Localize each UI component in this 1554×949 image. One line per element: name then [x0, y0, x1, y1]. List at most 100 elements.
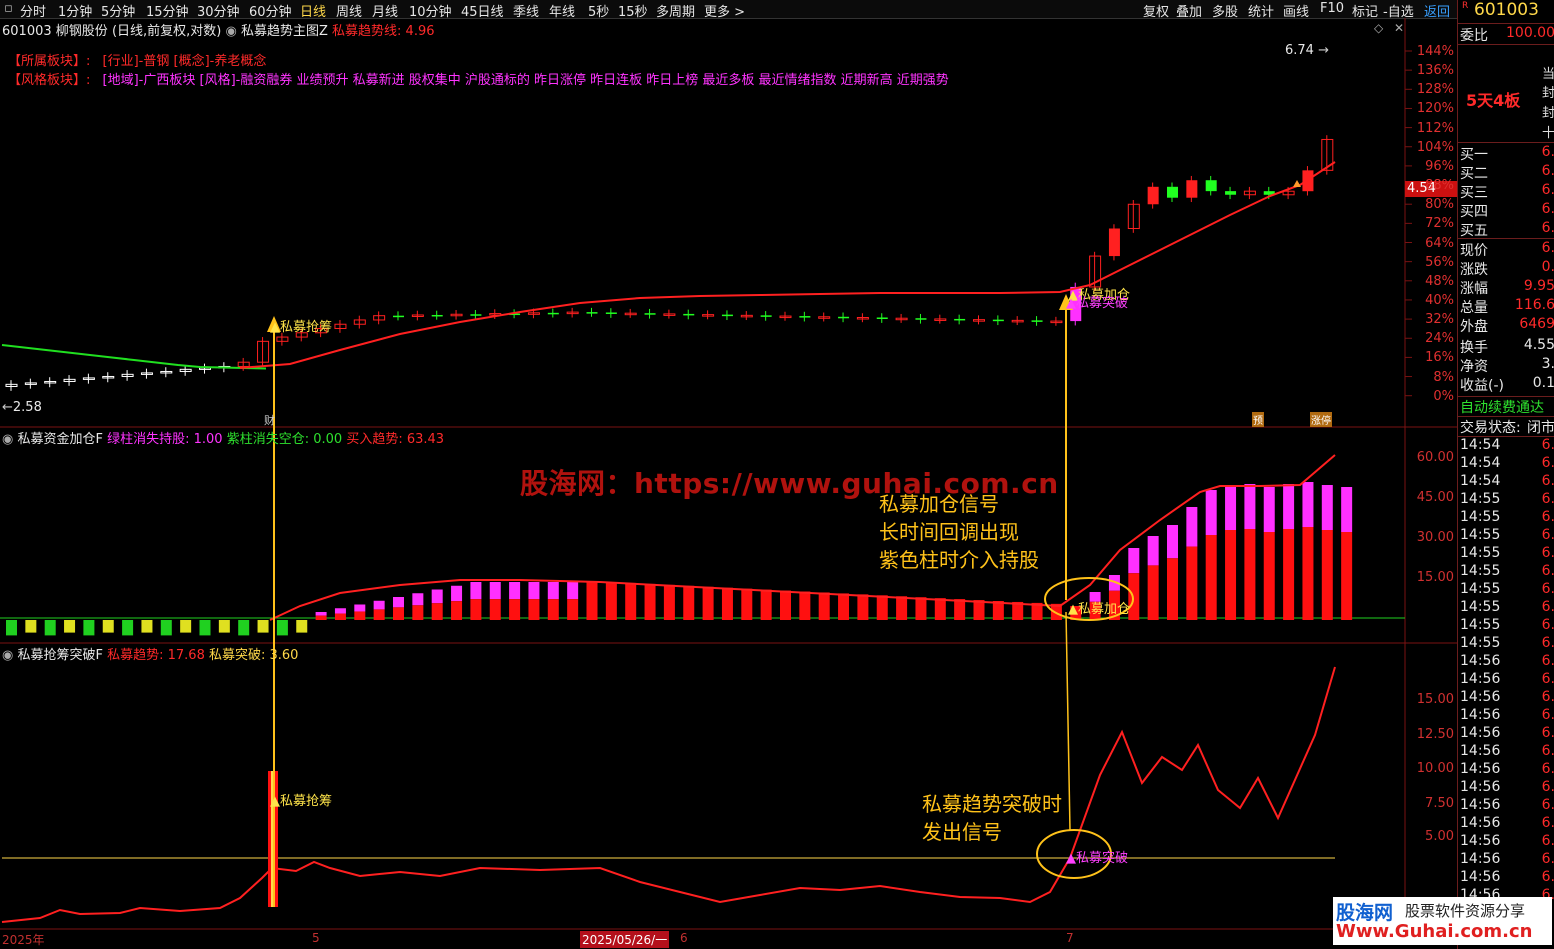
sub2-trend: 私募趋势: 17.68 [107, 648, 205, 663]
date-cursor-box: 2025/05/26/一 [580, 931, 670, 948]
tick-price: 6. [1541, 761, 1554, 777]
tick-time: 14:55 [1460, 491, 1501, 507]
candle-body [393, 315, 404, 318]
main-axis-tick: 96% [1425, 158, 1454, 174]
sub1-bar [838, 593, 850, 620]
sub1-bar [644, 583, 656, 620]
main-axis-tick: 56% [1425, 254, 1454, 270]
sub1-bar [799, 591, 811, 620]
sub1-bar [528, 599, 540, 620]
sub1-bar [605, 582, 617, 620]
sub1-bar [509, 599, 521, 620]
main-axis-tick: 80% [1425, 197, 1454, 213]
sub1-axis-tick: 30.00 [1416, 530, 1454, 545]
sub2-title[interactable]: 私募抢筹突破F [17, 648, 102, 663]
sub1-bar [373, 600, 385, 610]
tick-time: 14:55 [1460, 635, 1501, 651]
sub1-bar [1147, 565, 1159, 620]
sub1-bar [141, 620, 153, 633]
logo-url: Www.Guhai.com.cn [1336, 921, 1533, 942]
main-axis-tick: 8% [1433, 369, 1454, 385]
sub2-axis-tick: 12.50 [1416, 727, 1454, 742]
signal-break-main: ▲私募突破 [1066, 296, 1129, 311]
sub1-bar [741, 588, 753, 620]
sub1-bar [160, 620, 172, 636]
tick-price: 6. [1541, 635, 1554, 651]
sub1-bar [1244, 484, 1256, 529]
tick-price: 6. [1541, 617, 1554, 633]
tick-price: 6. [1541, 653, 1554, 669]
sub1-bar [934, 598, 946, 620]
sub1-bar [25, 620, 37, 633]
tick-price: 6. [1541, 815, 1554, 831]
board-count: 5天4板 [1466, 91, 1521, 110]
tick-time: 14:54 [1460, 455, 1501, 471]
candle-body [1147, 186, 1159, 205]
sub1-purple-exit: 紫柱消失空仓: 0.00 [226, 432, 343, 447]
tick-time: 14:56 [1460, 761, 1501, 777]
sub1-bar [412, 605, 424, 620]
candle-body [1205, 180, 1217, 192]
sub1-header: ◉ 私募资金加仓F 绿柱消失持股: 1.00 紫柱消失空仓: 0.00 买入趋势… [2, 428, 444, 447]
side-char-2: 封 [1541, 86, 1554, 101]
sub1-bar [1167, 558, 1178, 620]
sub1-bar [373, 609, 385, 620]
date-label-jun: 6 [680, 931, 688, 945]
bid-label: 买二 [1460, 166, 1488, 182]
tick-price: 6. [1541, 725, 1554, 741]
main-axis-tick: 48% [1425, 273, 1454, 289]
candle-body [1225, 191, 1237, 195]
sub1-bar [1263, 532, 1275, 620]
candle-body [586, 312, 598, 314]
sub1-bar [1321, 485, 1333, 530]
sub1-bar [1186, 507, 1198, 547]
stat-value: 3. [1541, 356, 1554, 372]
tick-time: 14:54 [1460, 437, 1501, 453]
annotation-break-signal: 私募趋势突破时 发出信号 [922, 792, 1062, 844]
stat-label: 涨跌 [1460, 262, 1488, 278]
sub1-bar [180, 620, 192, 633]
tick-price: 6. [1541, 509, 1554, 525]
sub2-icon[interactable]: ◉ [2, 648, 13, 663]
quote-panel: R 601003 委比 100.00 5天4板 当 封 封 十 买一 6. 买二 6.… [1457, 0, 1554, 949]
panel-stock-code[interactable]: 601003 [1474, 0, 1539, 20]
tick-time: 14:54 [1460, 473, 1501, 489]
sub1-bar [818, 592, 830, 620]
sub1-bar [1186, 546, 1198, 620]
stat-label: 收益(-) [1460, 378, 1504, 394]
sub1-bar [393, 597, 404, 608]
sub2-header: ◉ 私募抢筹突破F 私募趋势: 17.68 私募突破: 3.60 [2, 644, 298, 663]
stat-value: 6469 [1519, 316, 1554, 332]
finance-mark: 财 [264, 414, 275, 427]
signal-break-sub2: ▲私募突破 [1066, 851, 1129, 866]
tick-price: 6. [1541, 743, 1554, 759]
candle-body [1186, 180, 1198, 198]
watermark: 股海网：https://www.guhai.com.cn [520, 467, 1059, 500]
tick-price: 6. [1541, 563, 1554, 579]
tick-time: 14:56 [1460, 743, 1501, 759]
sub1-bar [102, 620, 114, 633]
tick-price: 6. [1541, 527, 1554, 543]
tick-price: 6. [1541, 599, 1554, 615]
auto-renew-text[interactable]: 自动续费通达 [1460, 397, 1544, 417]
break-signal-link [1065, 611, 1071, 831]
sub1-icon[interactable]: ◉ [2, 432, 13, 447]
sub1-bar [489, 582, 501, 600]
sub1-bar [1225, 530, 1237, 620]
sub1-bar [334, 608, 346, 614]
sub2-breakout: 私募突破: 3.60 [208, 648, 299, 663]
tick-time: 14:55 [1460, 581, 1501, 597]
sub1-title[interactable]: 私募资金加仓F [17, 432, 102, 447]
trade-status-value: 闭市 [1527, 420, 1554, 436]
candle-body [644, 313, 656, 315]
sub1-bar [393, 607, 404, 620]
bid-value: 6. [1541, 201, 1554, 217]
stat-value: 116.6 [1514, 297, 1554, 313]
sub1-bar [1147, 536, 1159, 566]
sub1-bar [354, 611, 366, 620]
panel-r-mark: R [1462, 1, 1469, 11]
main-axis-tick: 144% [1416, 44, 1454, 59]
stat-label: 涨幅 [1460, 281, 1488, 297]
bid-label: 买一 [1460, 147, 1488, 163]
tick-time: 14:55 [1460, 545, 1501, 561]
